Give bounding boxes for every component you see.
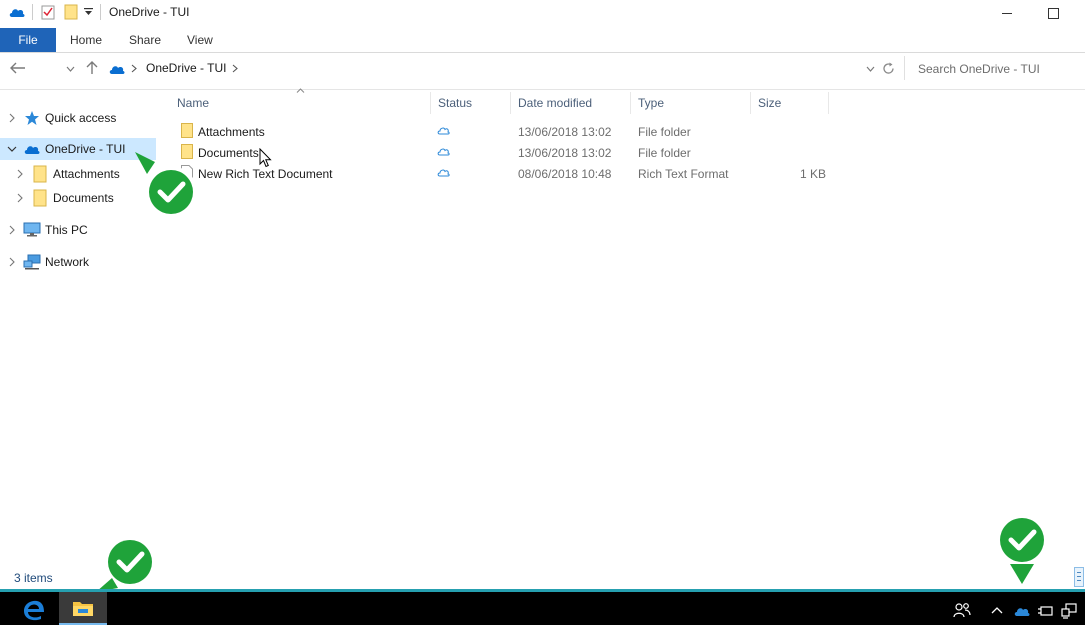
sidebar-item-label: Network xyxy=(45,255,90,269)
column-header-type[interactable]: Type xyxy=(638,96,664,110)
chevron-right-icon[interactable] xyxy=(9,257,15,267)
file-name: Documents xyxy=(198,146,259,160)
column-divider[interactable] xyxy=(430,92,431,114)
customize-toolbar-icon[interactable] xyxy=(84,7,93,17)
folder-icon xyxy=(33,165,47,183)
column-divider[interactable] xyxy=(828,92,829,114)
sidebar-item-this-pc[interactable]: This PC xyxy=(0,219,156,241)
network-tray-icon[interactable] xyxy=(1061,603,1077,619)
sidebar-item-network[interactable]: Network xyxy=(0,251,156,273)
file-explorer-icon xyxy=(72,599,94,617)
show-hidden-icons-chevron-icon[interactable] xyxy=(991,607,1003,614)
sort-up-icon xyxy=(296,88,305,93)
sidebar-item-label: OneDrive - TUI xyxy=(45,142,126,156)
date-modified: 13/06/2018 13:02 xyxy=(518,125,612,139)
title-bar: OneDrive - TUI xyxy=(0,0,1085,26)
search-input[interactable]: Search OneDrive - TUI xyxy=(918,62,1040,76)
tab-home[interactable]: Home xyxy=(70,28,102,52)
date-modified: 13/06/2018 13:02 xyxy=(518,146,612,160)
window-title: OneDrive - TUI xyxy=(109,5,190,19)
address-dropdown-chevron-icon[interactable] xyxy=(866,66,875,72)
sidebar-item-label: Attachments xyxy=(53,167,120,181)
cloud-status-icon xyxy=(437,126,450,135)
onedrive-cloud-icon xyxy=(8,5,26,19)
column-divider[interactable] xyxy=(630,92,631,114)
sidebar-item-label: This PC xyxy=(45,223,88,237)
file-size: 1 KB xyxy=(800,167,827,181)
chevron-right-icon[interactable] xyxy=(17,169,23,179)
star-icon xyxy=(24,110,40,126)
file-type: File folder xyxy=(638,146,691,160)
recent-locations-chevron-icon[interactable] xyxy=(66,66,75,72)
refresh-icon[interactable] xyxy=(882,62,895,75)
file-name: New Rich Text Document xyxy=(198,167,333,181)
breadcrumb-onedrive[interactable]: OneDrive - TUI xyxy=(146,61,226,75)
sidebar-item-label: Quick access xyxy=(45,111,117,125)
sidebar-item-label: Documents xyxy=(53,191,114,205)
chevron-down-icon[interactable] xyxy=(7,146,17,152)
date-modified: 08/06/2018 10:48 xyxy=(518,167,612,181)
sidebar-item-quick-access[interactable]: Quick access xyxy=(0,107,156,129)
taskbar-file-explorer[interactable] xyxy=(59,592,107,625)
file-type: Rich Text Format xyxy=(638,167,729,181)
tab-file[interactable]: File xyxy=(0,28,56,52)
folder-icon xyxy=(33,189,47,207)
power-plug-icon[interactable] xyxy=(1037,604,1053,618)
divider xyxy=(0,52,1085,53)
divider xyxy=(100,4,101,20)
back-arrow-icon[interactable] xyxy=(10,62,26,74)
chevron-right-icon xyxy=(131,64,137,73)
column-header-date-modified[interactable]: Date modified xyxy=(518,96,592,110)
onedrive-cloud-icon xyxy=(23,142,41,155)
column-divider[interactable] xyxy=(750,92,751,114)
edge-browser-icon[interactable] xyxy=(22,598,46,622)
column-header-name[interactable]: Name xyxy=(177,96,209,110)
chevron-right-icon[interactable] xyxy=(17,193,23,203)
minimize-button[interactable] xyxy=(984,0,1030,26)
up-arrow-icon[interactable] xyxy=(86,61,98,75)
details-view-icon[interactable] xyxy=(1074,567,1084,587)
sync-check-badge xyxy=(990,510,1056,588)
sync-check-badge xyxy=(133,150,201,222)
onedrive-cloud-icon xyxy=(108,62,126,75)
file-name: Attachments xyxy=(198,125,265,139)
column-divider[interactable] xyxy=(510,92,511,114)
network-icon xyxy=(23,254,41,270)
chevron-right-icon[interactable] xyxy=(9,225,15,235)
maximize-button[interactable] xyxy=(1030,0,1076,26)
divider xyxy=(904,56,905,80)
cloud-status-icon xyxy=(437,168,450,177)
cloud-status-icon xyxy=(437,147,450,156)
monitor-icon xyxy=(23,222,41,238)
status-item-count: 3 items xyxy=(14,571,53,585)
tab-share[interactable]: Share xyxy=(129,28,161,52)
new-folder-icon[interactable] xyxy=(64,4,78,20)
file-type: File folder xyxy=(638,125,691,139)
column-header-status[interactable]: Status xyxy=(438,96,472,110)
onedrive-tray-icon[interactable] xyxy=(1013,604,1031,617)
chevron-right-icon[interactable] xyxy=(9,113,15,123)
people-icon[interactable] xyxy=(953,602,971,618)
divider xyxy=(0,89,1085,90)
table-row[interactable]: Attachments 13/06/2018 13:02 File folder xyxy=(170,121,830,141)
tab-view[interactable]: View xyxy=(187,28,213,52)
chevron-right-icon[interactable] xyxy=(232,64,238,73)
properties-icon[interactable] xyxy=(41,4,55,20)
mouse-cursor-icon xyxy=(259,148,272,168)
divider xyxy=(32,4,33,20)
folder-icon xyxy=(181,123,193,138)
taskbar xyxy=(0,592,1085,625)
column-header-size[interactable]: Size xyxy=(758,96,781,110)
